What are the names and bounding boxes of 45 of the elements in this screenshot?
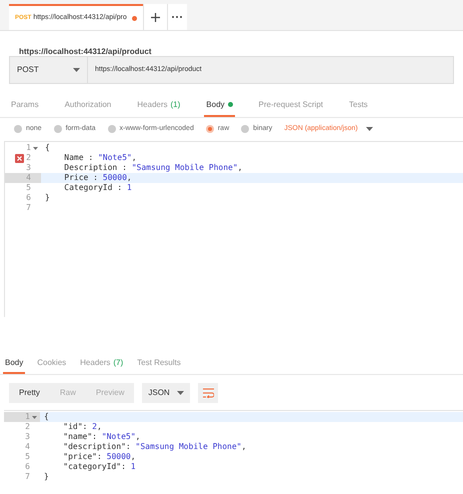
code-line: Price : 50000, [63,173,132,183]
code-line: "price": 50000, [62,452,136,462]
fold-caret-icon[interactable] [32,416,37,418]
request-body-editor[interactable]: 1 { 2 Name : "Note5", 3 Description : "Samsung Mobile Phone", 4 Price : 50000, 5 CategoryId : 1 6 } 7 [4,141,463,317]
code-line: { [43,412,49,422]
wrap-lines-icon [202,388,214,398]
line-number: 6 [26,193,31,203]
code-line: "name": "Note5", [62,432,140,442]
code-line: } [44,193,50,203]
response-body-editor[interactable]: 1 { 2 "id": 2, 3 "name": "Note5", 4 "description": "Samsung Mobile Phone", 5 "price": 50000, 6 "categoryId": 1 7 } [4,410,463,494]
request-tab-option[interactable]: Body [204,94,235,117]
error-icon [15,154,24,162]
code-line: { [44,143,50,153]
code-line: CategoryId : 1 [63,183,132,193]
code-line: "description": "Samsung Mobile Phone", [62,442,246,452]
view-mode-button[interactable]: Pretty [9,383,50,403]
plus-icon [150,12,160,22]
caret-icon [177,391,184,395]
line-number: 2 [25,422,30,432]
line-number: 7 [25,472,30,482]
code-line: "categoryId": 1 [62,462,136,472]
caret-icon [366,127,373,131]
line-number: 6 [25,462,30,472]
code-line: } [43,472,49,482]
line-number: 5 [25,452,30,462]
line-number: 1 [25,412,30,422]
line-number: 2 [26,153,31,163]
response-tab-option[interactable]: Headers (7) [78,354,126,374]
code-line: Name : "Note5", [63,153,137,163]
line-number: 4 [25,442,30,452]
line-number: 7 [26,203,31,213]
code-line: "id": 2, [62,422,102,432]
line-number: 3 [25,432,30,442]
fold-caret-icon[interactable] [33,146,38,150]
request-tab-option[interactable]: Headers (1) [135,94,182,117]
line-number: 5 [26,183,31,193]
wrap-button[interactable] [198,383,218,403]
line-number: 1 [26,143,31,153]
format-dropdown[interactable]: JSON [142,383,190,403]
new-tab-button[interactable] [142,4,167,30]
response-tab-option[interactable]: Body [3,354,26,374]
line-number: 4 [26,173,31,183]
line-number: 3 [26,163,31,173]
code-line: Description : "Samsung Mobile Phone", [63,163,242,173]
request-name: https://localhost:44312/api/product [19,47,152,56]
